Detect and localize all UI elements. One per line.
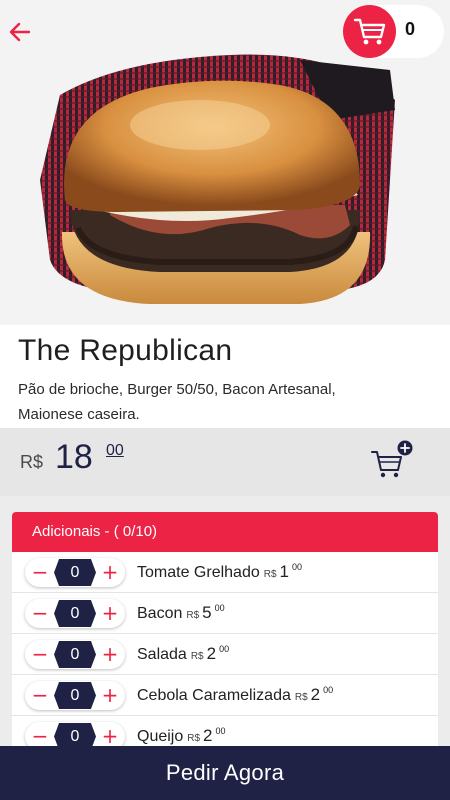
- description-line: Pão de brioche, Burger 50/50, Bacon Arte…: [18, 381, 336, 398]
- order-now-button[interactable]: Pedir Agora: [0, 746, 450, 800]
- addon-label: Salada R$ 2 00: [137, 644, 229, 664]
- addon-row: − 0 + Tomate Grelhado R$ 1 00: [12, 552, 438, 593]
- cart-plus-icon: [371, 440, 413, 478]
- addon-cents: 00: [215, 726, 226, 736]
- addon-name: Cebola Caramelizada: [137, 687, 291, 704]
- decrement-button[interactable]: −: [29, 640, 51, 669]
- addon-row: − 0 + Bacon R$ 5 00: [12, 593, 438, 634]
- decrement-button[interactable]: −: [29, 681, 51, 710]
- addon-currency: R$: [186, 610, 200, 621]
- price-integer: 18: [55, 438, 93, 476]
- addon-price: 2: [206, 644, 217, 663]
- quantity-stepper: − 0 +: [25, 681, 125, 710]
- quantity-value: 0: [54, 600, 96, 627]
- addon-currency: R$: [190, 651, 204, 662]
- addon-name: Bacon: [137, 605, 183, 622]
- product-info: The Republican Pão de brioche, Burger 50…: [0, 325, 450, 428]
- addon-cents: 00: [292, 562, 303, 572]
- addon-price: 2: [203, 726, 213, 745]
- addon-price: 2: [310, 685, 321, 704]
- cart-count: 0: [405, 19, 416, 39]
- increment-button[interactable]: +: [99, 681, 121, 710]
- quantity-value: 0: [54, 559, 96, 586]
- addon-label: Bacon R$ 5 00: [137, 603, 225, 623]
- product-image: 0: [0, 0, 450, 325]
- addon-name: Queijo: [137, 728, 184, 745]
- addon-label: Queijo R$ 2 00: [137, 726, 226, 746]
- shopping-cart-icon: [353, 18, 385, 44]
- addon-currency: R$: [187, 733, 201, 744]
- addon-price: 1: [279, 562, 289, 581]
- increment-button[interactable]: +: [99, 599, 121, 628]
- cart-icon-container: [343, 5, 396, 58]
- addons-panel: Adicionais - ( 0/10) − 0 + Tomate Grelha…: [12, 512, 438, 772]
- add-to-cart-button[interactable]: [370, 440, 416, 482]
- addon-label: Tomate Grelhado R$ 1 00: [137, 562, 302, 582]
- addon-label: Cebola Caramelizada R$ 2 00: [137, 685, 333, 705]
- addon-price: 5: [202, 603, 212, 622]
- price-cents: 00: [106, 442, 124, 459]
- back-button[interactable]: [6, 18, 34, 46]
- description-line: Maionese caseira.: [18, 406, 140, 423]
- quantity-value: 0: [54, 641, 96, 668]
- addon-name: Salada: [137, 646, 187, 663]
- product-description: Pão de brioche, Burger 50/50, Bacon Arte…: [18, 377, 432, 427]
- price-bar: R$ 18 00: [0, 428, 450, 496]
- cart-button[interactable]: 0: [343, 5, 444, 58]
- decrement-button[interactable]: −: [29, 599, 51, 628]
- quantity-stepper: − 0 +: [25, 558, 125, 587]
- addon-row: − 0 + Cebola Caramelizada R$ 2 00: [12, 675, 438, 716]
- addon-cents: 00: [323, 685, 334, 695]
- addon-currency: R$: [263, 569, 277, 580]
- quantity-value: 0: [54, 682, 96, 709]
- quantity-stepper: − 0 +: [25, 599, 125, 628]
- addon-cents: 00: [214, 603, 225, 613]
- increment-button[interactable]: +: [99, 640, 121, 669]
- arrow-left-icon: [9, 22, 31, 42]
- addon-row: − 0 + Salada R$ 2 00: [12, 634, 438, 675]
- addon-currency: R$: [294, 692, 308, 703]
- addon-name: Tomate Grelhado: [137, 564, 260, 581]
- addons-header: Adicionais - ( 0/10): [12, 512, 438, 552]
- price-currency: R$: [20, 452, 44, 472]
- increment-button[interactable]: +: [99, 558, 121, 587]
- decrement-button[interactable]: −: [29, 558, 51, 587]
- addon-cents: 00: [219, 644, 230, 654]
- quantity-stepper: − 0 +: [25, 640, 125, 669]
- product-title: The Republican: [18, 334, 233, 367]
